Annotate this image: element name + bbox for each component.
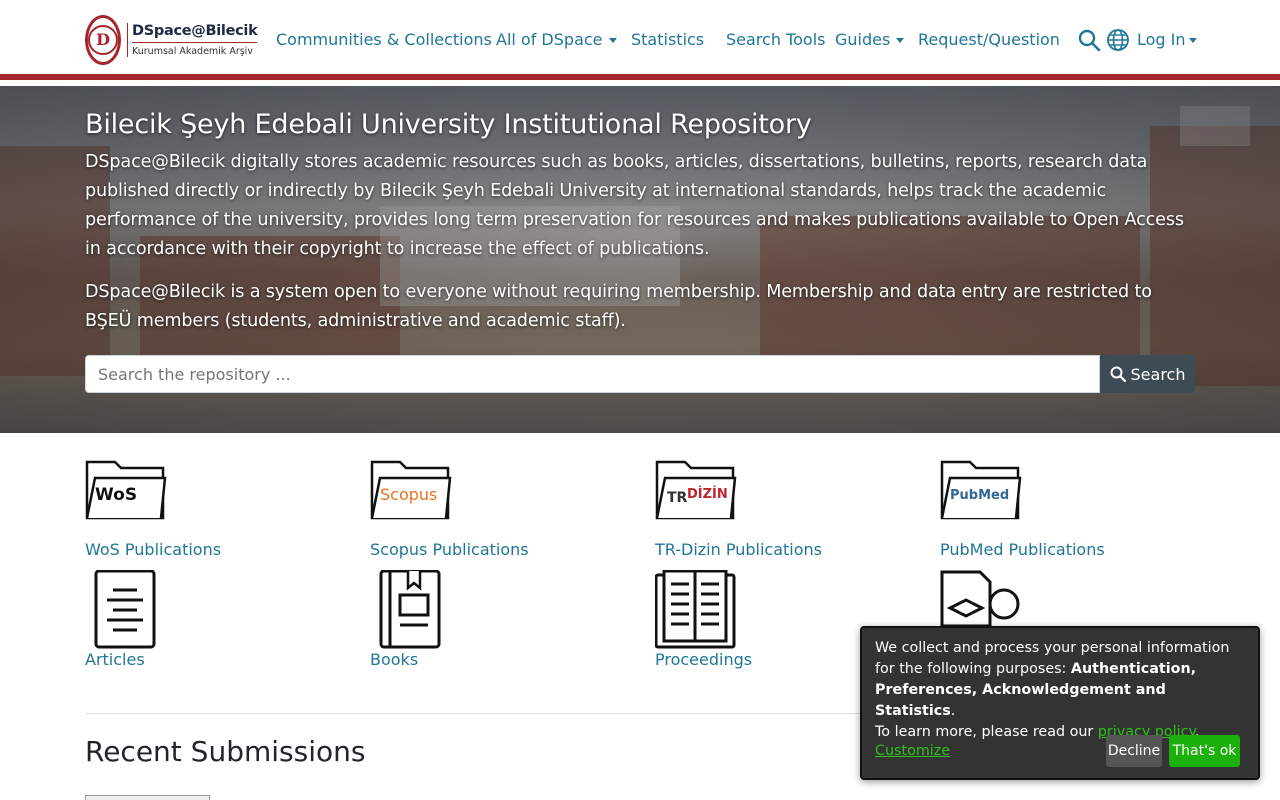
tile-pubmed-publications[interactable]: PubMed PubMed Publications	[940, 460, 1170, 559]
nav-log-in[interactable]: Log In	[1137, 29, 1197, 51]
search-icon	[1110, 366, 1126, 382]
svg-text:TR: TR	[667, 490, 688, 506]
repository-search-form: Search	[85, 355, 1195, 393]
folder-wos-icon: WoS	[85, 460, 167, 540]
hero-description: DSpace@Bilecik digitally stores academic…	[85, 152, 1184, 259]
repository-search-input[interactable]	[85, 355, 1100, 393]
tile-articles[interactable]: Articles	[85, 569, 315, 670]
tile-scopus-publications[interactable]: Scopus Scopus Publications	[370, 460, 600, 559]
tile-theses[interactable]	[940, 570, 1170, 630]
cookie-consent-banner: We collect and process your personal inf…	[860, 626, 1260, 780]
folder-trdizin-icon: TR DİZİN	[655, 460, 737, 540]
tile-wos-publications[interactable]: WoS WoS Publications	[85, 460, 315, 559]
site-header: D DSpace@Bilecik Kurumsal Akademik Arşiv…	[0, 0, 1280, 80]
nav-all-of-dspace[interactable]: All of DSpace	[496, 29, 617, 51]
search-icon[interactable]	[1077, 28, 1101, 52]
accept-cookies-button[interactable]: That's ok	[1169, 735, 1240, 767]
folder-pubmed-icon: PubMed	[940, 460, 1022, 540]
nav-request-question[interactable]: Request/Question	[918, 29, 1060, 51]
decline-button[interactable]: Decline	[1106, 735, 1162, 767]
nav-communities-collections[interactable]: Communities & Collections	[276, 29, 492, 51]
chevron-down-icon	[608, 38, 617, 43]
submission-thumbnail[interactable]	[85, 795, 210, 800]
recent-submissions-heading: Recent Submissions	[85, 735, 366, 768]
site-logo[interactable]: D DSpace@Bilecik Kurumsal Akademik Arşiv	[85, 14, 258, 65]
book-icon	[370, 569, 452, 650]
open-book-icon	[654, 569, 737, 650]
nav-search-tools[interactable]: Search Tools	[726, 29, 825, 51]
logo-subtitle: Kurumsal Akademik Arşiv	[132, 41, 258, 57]
tile-proceedings[interactable]: Proceedings	[654, 569, 885, 670]
university-seal-icon: D	[85, 14, 121, 65]
nav-statistics[interactable]: Statistics	[631, 29, 704, 51]
search-button[interactable]: Search	[1100, 355, 1195, 393]
chevron-down-icon	[896, 38, 905, 43]
folder-scopus-icon: Scopus	[370, 460, 452, 540]
chevron-down-icon	[1188, 38, 1197, 43]
document-icon	[85, 569, 167, 650]
globe-language-icon[interactable]	[1106, 28, 1130, 52]
nav-guides[interactable]: Guides	[835, 29, 905, 51]
hero-banner: Bilecik Şeyh Edebali University Institut…	[0, 86, 1280, 433]
logo-title: DSpace@Bilecik	[132, 22, 258, 39]
tile-books[interactable]: Books	[370, 569, 600, 670]
tile-trdizin-publications[interactable]: TR DİZİN TR-Dizin Publications	[655, 460, 885, 559]
customize-link[interactable]: Customize	[875, 741, 950, 762]
hero-title: Bilecik Şeyh Edebali University Institut…	[85, 109, 812, 140]
hero-membership-note: DSpace@Bilecik is a system open to every…	[85, 282, 1152, 331]
